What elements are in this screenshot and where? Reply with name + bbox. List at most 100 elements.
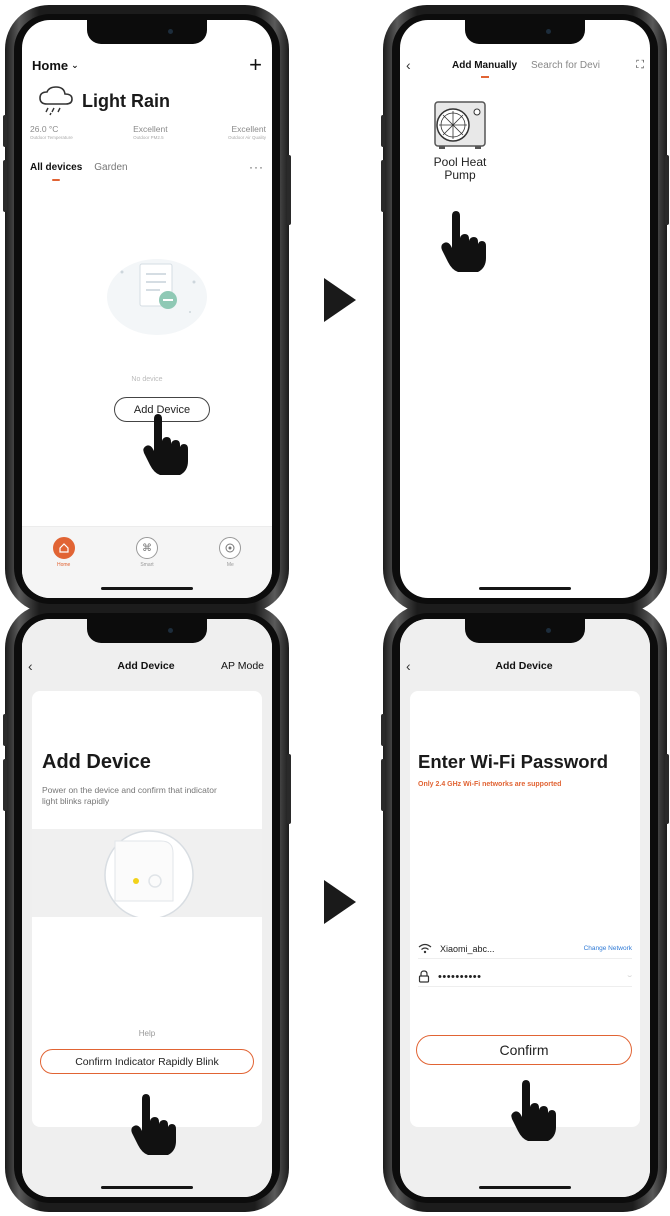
- tab-search-devices[interactable]: Search for Devi: [531, 60, 609, 71]
- chevron-down-icon: ⌄: [71, 59, 79, 70]
- stat-caption: Outdoor Temperature: [30, 135, 73, 140]
- stat-value: 26.0 °C: [30, 124, 59, 134]
- back-chevron-icon[interactable]: ‹: [406, 57, 430, 73]
- home-indicator: [479, 1186, 571, 1189]
- empty-state-text: No device: [131, 376, 163, 383]
- help-link[interactable]: Help: [32, 1029, 262, 1038]
- weather-label: Light Rain: [82, 90, 170, 111]
- stat-value: Excellent: [133, 124, 168, 134]
- home-label: Home: [32, 57, 69, 73]
- side-button: [3, 759, 7, 811]
- rain-cloud-icon: [39, 86, 73, 116]
- hand-pointer-icon: [440, 210, 490, 274]
- stat-value: Excellent: [231, 124, 266, 134]
- side-button: [287, 754, 291, 824]
- side-button: [381, 714, 385, 746]
- me-icon: [219, 537, 242, 559]
- ap-mode-header: ‹ Add Device AP Mode: [28, 655, 264, 677]
- card-heading: Add Device: [42, 751, 151, 773]
- wifi-ssid: Xiaomi_abc...: [440, 943, 495, 954]
- side-button: [3, 714, 7, 746]
- screen: ‹ Add Device AP Mode Add Device Power on…: [22, 619, 272, 1197]
- change-network-link[interactable]: Change Network: [584, 945, 632, 952]
- phone-home-screen: Home ⌄ + Light Rain 26.0 °C Outdoor Temp…: [3, 5, 291, 613]
- home-icon: [52, 537, 75, 559]
- stat-caption: Outdoor PM2.5: [133, 135, 164, 140]
- home-header: Home ⌄ +: [32, 54, 262, 76]
- more-options-button[interactable]: ···: [249, 160, 264, 174]
- room-tabs: All devices Garden ···: [30, 160, 264, 174]
- phone-ap-mode-screen: ‹ Add Device AP Mode Add Device Power on…: [3, 604, 291, 1212]
- home-indicator: [479, 587, 571, 590]
- home-indicator: [101, 1186, 193, 1189]
- nav-label: Smart: [140, 562, 154, 568]
- home-indicator: [101, 587, 193, 590]
- device-pool-heat-pump[interactable]: Pool Heat Pump: [420, 100, 500, 182]
- tab-garden[interactable]: Garden: [94, 162, 127, 173]
- hand-pointer-icon: [142, 413, 192, 477]
- page-title: Add Device: [495, 660, 553, 672]
- nav-item-me[interactable]: Me: [200, 537, 260, 598]
- home-selector[interactable]: Home ⌄: [32, 58, 79, 73]
- indicator-light-icon: [104, 830, 194, 920]
- add-device-header: ‹ Add Manually Search for Devi ⛶: [406, 54, 644, 76]
- side-button: [381, 759, 385, 811]
- side-button: [3, 160, 7, 212]
- add-device-card: Add Device Power on the device and confi…: [32, 691, 262, 1127]
- notch: [465, 619, 585, 643]
- notch: [87, 619, 207, 643]
- back-chevron-icon[interactable]: ‹: [406, 658, 466, 674]
- weather-summary: Light Rain: [38, 86, 170, 116]
- phone-add-manually-screen: ‹ Add Manually Search for Devi ⛶ Pool He…: [381, 5, 669, 613]
- weather-stats: 26.0 °C Outdoor Temperature Excellent Ou…: [30, 124, 266, 140]
- eye-icon[interactable]: ⌣: [627, 973, 632, 981]
- notch: [87, 20, 207, 44]
- stat-pm25: Excellent Outdoor PM2.5: [133, 124, 168, 140]
- heat-pump-icon: [434, 101, 486, 149]
- lock-icon: [418, 970, 430, 983]
- card-description: Power on the device and confirm that ind…: [42, 785, 217, 806]
- device-label: Pump: [444, 168, 476, 182]
- password-row[interactable]: •••••••••• ⌣: [418, 967, 632, 987]
- empty-state-illustration: [107, 259, 207, 335]
- side-button: [381, 115, 385, 147]
- page-title: Add Device: [117, 660, 175, 672]
- add-plus-button[interactable]: +: [249, 54, 262, 76]
- side-button: [665, 754, 669, 824]
- wifi-header: ‹ Add Device: [406, 655, 642, 677]
- back-chevron-icon[interactable]: ‹: [28, 658, 88, 674]
- screen: ‹ Add Device Enter Wi-Fi Password Only 2…: [400, 619, 650, 1197]
- side-button: [287, 155, 291, 225]
- hand-pointer-icon: [130, 1093, 180, 1157]
- side-button: [3, 115, 7, 147]
- confirm-button[interactable]: Confirm: [416, 1035, 632, 1065]
- ap-mode-link[interactable]: AP Mode: [204, 660, 264, 672]
- notch: [465, 20, 585, 44]
- next-step-arrow: [324, 880, 356, 924]
- side-button: [665, 155, 669, 225]
- nav-item-home[interactable]: Home: [34, 537, 94, 598]
- confirm-indicator-button[interactable]: Confirm Indicator Rapidly Blink: [40, 1049, 254, 1074]
- side-button: [381, 160, 385, 212]
- tab-all-devices[interactable]: All devices: [30, 162, 82, 173]
- nav-label: Home: [56, 562, 71, 568]
- wifi-card: Enter Wi-Fi Password Only 2.4 GHz Wi-Fi …: [410, 691, 640, 1127]
- screen: ‹ Add Manually Search for Devi ⛶ Pool He…: [400, 20, 650, 598]
- phone-wifi-password-screen: ‹ Add Device Enter Wi-Fi Password Only 2…: [381, 604, 669, 1212]
- hand-pointer-icon: [510, 1079, 560, 1143]
- wifi-network-row: Xiaomi_abc... Change Network: [418, 939, 632, 959]
- tab-add-manually[interactable]: Add Manually: [452, 60, 517, 71]
- stat-air-quality: Excellent Outdoor Air Quality: [228, 124, 266, 140]
- indicator-illustration: [32, 829, 262, 920]
- scan-icon[interactable]: ⛶: [636, 59, 644, 72]
- password-field[interactable]: ••••••••••: [438, 971, 482, 983]
- next-step-arrow: [324, 278, 356, 322]
- card-heading: Enter Wi-Fi Password: [418, 751, 609, 772]
- wifi-band-note: Only 2.4 GHz Wi-Fi networks are supporte…: [418, 781, 562, 788]
- stat-caption: Outdoor Air Quality: [227, 135, 266, 140]
- nav-label: Me: [226, 562, 234, 568]
- stat-temperature: 26.0 °C Outdoor Temperature: [30, 124, 73, 140]
- screen: Home ⌄ + Light Rain 26.0 °C Outdoor Temp…: [22, 20, 272, 598]
- wifi-icon: [418, 943, 432, 954]
- smart-icon: ⌘: [135, 537, 158, 559]
